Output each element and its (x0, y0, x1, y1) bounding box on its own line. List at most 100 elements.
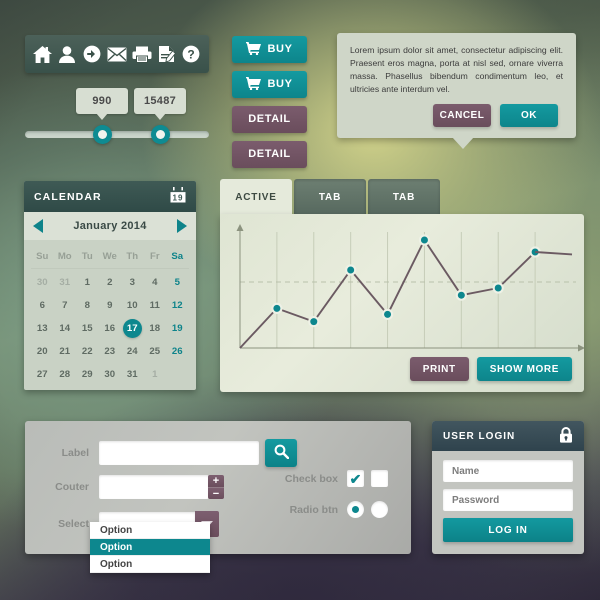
search-button[interactable] (265, 439, 297, 467)
printer-icon[interactable] (132, 44, 152, 64)
calendar-day-cell[interactable]: 15 (76, 317, 99, 340)
counter-input[interactable] (99, 475, 209, 499)
calendar-day-number: 3 (129, 277, 135, 288)
calendar-day-cell[interactable]: 2 (99, 271, 122, 294)
select-option[interactable]: Option (90, 539, 210, 556)
calendar-week-row: 20 21 22 23 24 25 26 (31, 340, 189, 363)
calendar-day-number: 24 (126, 346, 138, 357)
svg-text:?: ? (188, 47, 195, 61)
tab-tab-1[interactable]: TAB (294, 179, 366, 216)
slider-track[interactable] (25, 131, 209, 138)
radio-selected[interactable] (347, 501, 364, 518)
calendar-day-cell[interactable]: 5 (166, 271, 189, 294)
calendar-day-cell[interactable]: 31 (121, 363, 144, 386)
print-button[interactable]: PRINT (409, 357, 469, 381)
user-icon[interactable] (57, 44, 77, 64)
calendar-day-cell[interactable]: 10 (121, 294, 144, 317)
calendar-day-cell[interactable]: 30 (31, 271, 54, 294)
calendar-day-cell[interactable]: 11 (144, 294, 167, 317)
buy-button-2-label: BUY (267, 78, 293, 90)
label-field-label: Label (61, 447, 89, 459)
svg-text:19: 19 (172, 194, 183, 203)
calendar-day-cell[interactable]: 30 (99, 363, 122, 386)
calendar-day-cell[interactable]: 24 (121, 340, 144, 363)
calendar-day-cell[interactable]: 12 (166, 294, 189, 317)
calendar-prev-month-button[interactable] (33, 219, 43, 233)
calendar-day-cell[interactable]: 18 (144, 317, 167, 340)
calendar-day-cell[interactable]: 13 (31, 317, 54, 340)
calendar-day-cell[interactable]: 1 (144, 363, 167, 386)
buy-button-2[interactable]: BUY (232, 71, 307, 98)
tab-tab-2[interactable]: TAB (368, 179, 440, 216)
chart-panel: ACTIVE TAB TAB PRINT SHOW MORE (220, 179, 584, 392)
calendar-day-cell[interactable]: 28 (54, 363, 77, 386)
cart-icon (246, 76, 262, 93)
password-field[interactable] (443, 489, 573, 511)
calendar-day-cell[interactable]: 4 (144, 271, 167, 294)
calendar-day-cell[interactable]: 3 (121, 271, 144, 294)
calendar-day-cell[interactable]: 27 (31, 363, 54, 386)
slider-two-handle[interactable] (151, 125, 170, 144)
arrow-right-circle-icon[interactable] (82, 44, 102, 64)
calendar-day-cell[interactable]: 22 (76, 340, 99, 363)
quantity-stepper: + − (208, 475, 224, 500)
cancel-button[interactable]: CANCEL (433, 104, 491, 127)
envelope-icon[interactable] (107, 44, 127, 64)
calendar-day-cell[interactable]: 17 (121, 317, 144, 340)
calendar-icon: 19 (170, 187, 186, 206)
show-more-button[interactable]: SHOW MORE (476, 357, 572, 381)
calendar-day-cell[interactable]: 1 (76, 271, 99, 294)
slider-one-value: 990 (92, 95, 112, 107)
tab-label: ACTIVE (235, 192, 277, 203)
tooltip-dialog: Lorem ipsum dolor sit amet, consectetur … (337, 33, 576, 149)
stepper-decrement-button[interactable]: − (208, 487, 224, 500)
calendar-day-cell[interactable]: 16 (99, 317, 122, 340)
calendar-day-cell[interactable]: 25 (144, 340, 167, 363)
tab-active-0[interactable]: ACTIVE (220, 179, 292, 216)
calendar-day-cell[interactable]: 20 (31, 340, 54, 363)
calendar-dow-row: Su Mo Tu We Th Fr Sa (31, 245, 189, 269)
calendar-day-cell[interactable] (166, 363, 189, 386)
calendar-day-cell[interactable]: 6 (31, 294, 54, 317)
calendar-day-number: 29 (81, 369, 93, 380)
search-input[interactable] (99, 441, 259, 465)
calendar-next-month-button[interactable] (176, 219, 187, 233)
detail-button-1[interactable]: DETAIL (232, 106, 307, 133)
calendar-day-cell[interactable]: 9 (99, 294, 122, 317)
username-field[interactable] (443, 460, 573, 482)
chart-action-buttons: PRINT SHOW MORE (409, 357, 572, 381)
select-option[interactable]: Option (90, 522, 210, 539)
calendar-day-cell[interactable]: 8 (76, 294, 99, 317)
checkbox-checked[interactable]: ✔ (347, 470, 364, 487)
select-option[interactable]: Option (90, 556, 210, 573)
tab-label: TAB (392, 192, 416, 203)
detail-button-2[interactable]: DETAIL (232, 141, 307, 168)
checkbox-label: Check box (284, 472, 338, 485)
ok-button[interactable]: OK (500, 104, 558, 127)
home-icon[interactable] (32, 44, 52, 64)
radio-unselected[interactable] (371, 501, 388, 518)
show-more-button-label: SHOW MORE (489, 363, 559, 375)
login-button[interactable]: LOG IN (443, 518, 573, 542)
calendar-day-cell[interactable]: 23 (99, 340, 122, 363)
calendar-day-cell[interactable]: 21 (54, 340, 77, 363)
calendar-day-number: 28 (59, 369, 71, 380)
calendar-day-cell[interactable]: 31 (54, 271, 77, 294)
calendar-day-cell[interactable]: 7 (54, 294, 77, 317)
calendar-day-cell[interactable]: 26 (166, 340, 189, 363)
calendar-day-number: 8 (84, 300, 90, 311)
login-button-label: LOG IN (488, 524, 528, 536)
checkbox-unchecked[interactable] (371, 470, 388, 487)
calendar-day-number: 4 (152, 277, 158, 288)
stepper-increment-button[interactable]: + (208, 475, 224, 487)
buy-button-1[interactable]: BUY (232, 36, 307, 63)
question-circle-icon[interactable]: ? (181, 44, 201, 64)
print-button-label: PRINT (422, 363, 456, 375)
calendar-day-cell[interactable]: 19 (166, 317, 189, 340)
slider-one-handle[interactable] (93, 125, 112, 144)
slider-group: 990 15487 (25, 88, 209, 148)
select-field-label: Select (58, 518, 89, 530)
calendar-day-cell[interactable]: 29 (76, 363, 99, 386)
document-edit-icon[interactable] (157, 44, 177, 64)
calendar-day-cell[interactable]: 14 (54, 317, 77, 340)
